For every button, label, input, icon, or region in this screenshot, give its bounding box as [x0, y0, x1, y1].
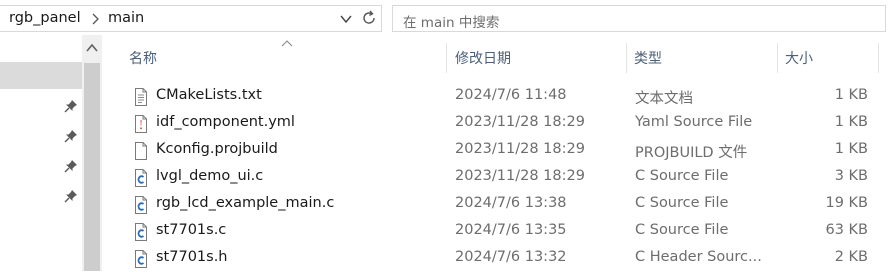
column-header-name[interactable]: 名称: [129, 48, 157, 68]
nav-item-quick-access-4[interactable]: [0, 183, 82, 210]
pin-icon[interactable]: [64, 159, 78, 173]
column-header-type[interactable]: 类型: [634, 48, 662, 68]
file-date: 2023/11/28 18:29: [455, 114, 585, 130]
yaml-file-icon: [135, 115, 147, 133]
text-file-icon: [135, 88, 147, 106]
file-name: st7701s.c: [156, 222, 227, 238]
nav-item-quick-access-2[interactable]: [0, 123, 82, 150]
nav-scrollbar[interactable]: [82, 35, 102, 271]
sort-ascending-caret-icon: [281, 40, 293, 47]
file-name: rgb_lcd_example_main.c: [156, 195, 335, 211]
file-date: 2023/11/28 18:29: [455, 141, 585, 157]
c-source-file-icon: [135, 169, 147, 187]
file-row-st7701s-c[interactable]: st7701s.c 2024/7/6 13:35 C Source File 6…: [125, 218, 888, 245]
navigation-pane: [0, 35, 103, 271]
column-divider[interactable]: [777, 43, 778, 73]
blank-file-icon: [135, 142, 147, 160]
file-type: 文本文档: [635, 91, 693, 107]
address-bar[interactable]: rgb_panel main: [0, 5, 382, 32]
file-type: C Header Sourc...: [635, 249, 762, 265]
file-list: 名称 修改日期 类型 大小 CMakeLists.txt 2024/7/6 11…: [103, 35, 888, 271]
refresh-icon[interactable]: [360, 9, 378, 27]
breadcrumb-rgb-panel[interactable]: rgb_panel: [9, 10, 81, 26]
file-row-lvgl-demo-ui[interactable]: lvgl_demo_ui.c 2023/11/28 18:29 C Source…: [125, 164, 888, 191]
search-box[interactable]: 在 main 中搜索: [392, 5, 886, 32]
file-size: 2 KB: [834, 249, 868, 265]
file-size: 1 KB: [834, 87, 868, 103]
file-name: idf_component.yml: [156, 114, 295, 130]
search-input[interactable]: 在 main 中搜索: [403, 11, 499, 31]
pin-icon[interactable]: [64, 99, 78, 113]
file-type: C Source File: [635, 195, 729, 211]
file-row-cmakelists[interactable]: CMakeLists.txt 2024/7/6 11:48 文本文档 1 KB: [125, 83, 888, 110]
column-divider[interactable]: [446, 43, 447, 73]
file-name: lvgl_demo_ui.c: [156, 168, 264, 184]
chevron-down-icon[interactable]: [338, 12, 354, 26]
c-source-file-icon: [135, 196, 147, 214]
file-date: 2023/11/28 18:29: [455, 168, 585, 184]
file-date: 2024/7/6 13:38: [455, 195, 567, 211]
pin-icon[interactable]: [64, 129, 78, 143]
file-size: 3 KB: [834, 168, 868, 184]
file-row-kconfig[interactable]: Kconfig.projbuild 2023/11/28 18:29 PROJB…: [125, 137, 888, 164]
file-date: 2024/7/6 13:35: [455, 222, 567, 238]
toolbar: rgb_panel main 在 main 中搜索: [0, 0, 888, 35]
file-size: 63 KB: [825, 222, 868, 238]
pin-icon[interactable]: [64, 189, 78, 203]
file-size: 19 KB: [825, 195, 868, 211]
c-source-file-icon: [135, 223, 147, 241]
nav-item-quick-access-3[interactable]: [0, 153, 82, 180]
file-type: C Source File: [635, 168, 729, 184]
column-divider[interactable]: [626, 43, 627, 73]
file-type: C Source File: [635, 222, 729, 238]
file-date: 2024/7/6 13:32: [455, 249, 567, 265]
file-date: 2024/7/6 11:48: [455, 87, 567, 103]
c-header-file-icon: [135, 250, 147, 268]
file-size: 1 KB: [834, 141, 868, 157]
file-name: st7701s.h: [156, 249, 228, 265]
file-type: PROJBUILD 文件: [635, 145, 748, 161]
file-row-st7701s-h[interactable]: st7701s.h 2024/7/6 13:32 C Header Sourc.…: [125, 245, 888, 272]
nav-item-quick-access-1[interactable]: [0, 93, 82, 120]
file-row-idf-component[interactable]: idf_component.yml 2023/11/28 18:29 Yaml …: [125, 110, 888, 137]
file-row-rgb-lcd-example-main[interactable]: rgb_lcd_example_main.c 2024/7/6 13:38 C …: [125, 191, 888, 218]
file-name: CMakeLists.txt: [156, 87, 262, 103]
file-size: 1 KB: [834, 114, 868, 130]
nav-item-selected[interactable]: [0, 62, 82, 89]
column-divider[interactable]: [878, 43, 879, 73]
chevron-right-icon[interactable]: [89, 11, 101, 27]
column-header-size[interactable]: 大小: [785, 48, 813, 68]
column-header-date[interactable]: 修改日期: [455, 48, 511, 68]
file-type: Yaml Source File: [635, 114, 753, 130]
scrollbar-thumb[interactable]: [84, 63, 100, 271]
file-name: Kconfig.projbuild: [156, 141, 278, 157]
scroll-up-arrow-icon[interactable]: [86, 43, 98, 53]
breadcrumb-main[interactable]: main: [108, 10, 144, 26]
